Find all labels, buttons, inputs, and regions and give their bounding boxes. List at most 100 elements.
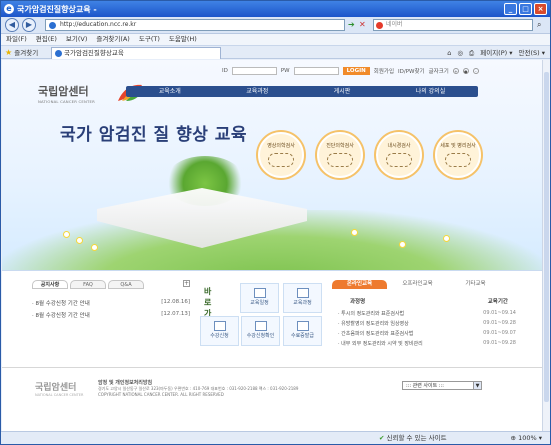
course-row[interactable]: · 투시의 정도관리와 표준검사법 09.01~09.14 <box>338 310 516 317</box>
page-icon <box>49 22 56 29</box>
go-icon[interactable]: ➔ <box>348 19 355 31</box>
category-pathology[interactable]: 세포 및 병리검사 <box>435 132 481 178</box>
print-icon[interactable]: ⎙ <box>469 47 474 59</box>
related-sites-select[interactable]: ::: 관련 사이트 ::: ▼ <box>402 381 482 390</box>
tab-qna[interactable]: Q&A <box>108 280 144 289</box>
search-input[interactable]: 네이버 <box>373 19 533 31</box>
flower-icon <box>352 230 357 235</box>
security-zone[interactable]: ✔ 신뢰할 수 있는 사이트 <box>379 432 447 444</box>
menu-file[interactable]: 파일(F) <box>6 34 27 45</box>
tab-offline[interactable]: 오프라인교육 <box>390 280 445 289</box>
organ-icon <box>327 153 353 167</box>
url-text: http://education.ncc.re.kr <box>60 21 137 28</box>
schedule-button[interactable]: 교육일정 <box>240 283 279 313</box>
tab-page-icon <box>55 50 62 57</box>
page-menu[interactable]: 페이지(P) ▾ <box>480 47 512 59</box>
stop-icon[interactable]: ✕ <box>359 19 366 31</box>
course-row[interactable]: · 내부 외부 정도관리와 시약 및 장비관리 09.01~09.28 <box>338 340 516 347</box>
main-nav: 교육소개 교육과정 게시판 나의 강의실 <box>126 86 478 97</box>
certificate-icon <box>297 321 309 331</box>
flower-icon <box>400 242 405 247</box>
calendar-icon <box>254 288 266 298</box>
organ-icon <box>445 153 471 167</box>
font-size-label: 글자크기 <box>428 69 449 75</box>
safety-menu[interactable]: 안전(S) ▾ <box>519 47 546 59</box>
footer-info: 암정 및 개인정보처리방침 경기도 고양시 일산동구 일산로 323(마두동) … <box>98 380 298 398</box>
site-footer: 국립암센터 NATIONAL CANCER CENTER 암정 및 개인정보처리방… <box>2 367 542 431</box>
ie-icon: e <box>4 4 14 14</box>
nav-board[interactable]: 게시판 <box>334 86 351 97</box>
url-input[interactable]: http://education.ncc.re.kr <box>45 19 345 31</box>
scroll-thumb[interactable] <box>544 72 549 402</box>
section-divider <box>2 270 542 271</box>
chevron-down-icon: ▼ <box>473 382 481 389</box>
menu-tools[interactable]: 도구(T) <box>139 34 160 45</box>
browser-tab[interactable]: 국가암검진질향상교육 <box>51 47 221 59</box>
apply-check-button[interactable]: 수강신청확인 <box>241 316 280 346</box>
certificate-button[interactable]: 수료증발급 <box>283 316 322 346</box>
window-title: 국가암검진질향상교육 - <box>17 5 97 14</box>
vertical-scrollbar[interactable] <box>542 60 550 431</box>
web-page: ID PW LOGIN 회원가입 ID/PW찾기 글자크기 + ● - 국립암센… <box>2 60 542 431</box>
pw-input[interactable] <box>293 67 339 75</box>
menu-favorites[interactable]: 즐겨찾기(A) <box>96 34 129 45</box>
find-id-link[interactable]: ID/PW찾기 <box>398 67 425 75</box>
zoom-icon: ⊕ <box>510 434 516 442</box>
tab-notice[interactable]: 공지사항 <box>32 280 68 289</box>
back-icon[interactable]: ◀ <box>5 18 19 32</box>
home-icon[interactable]: ⌂ <box>447 47 451 59</box>
apply-icon <box>214 321 226 331</box>
zoom-level[interactable]: ⊕ 100% ▾ <box>510 432 542 444</box>
nav-classroom[interactable]: 나의 강의실 <box>416 86 446 97</box>
favorites-button[interactable]: ★ 즐겨찾기 <box>5 47 38 59</box>
tab-other[interactable]: 기타교육 <box>448 280 503 289</box>
forward-icon[interactable]: ▶ <box>22 18 36 32</box>
more-plus-icon[interactable]: + <box>183 280 190 287</box>
login-bar: ID PW LOGIN 회원가입 ID/PW찾기 글자크기 + ● - <box>222 67 479 75</box>
course-icon <box>297 288 309 298</box>
id-input[interactable] <box>231 67 277 75</box>
font-reset-icon[interactable]: ● <box>462 68 469 74</box>
apply-button[interactable]: 수강신청 <box>200 316 239 346</box>
search-icon[interactable]: ⌕ <box>537 19 541 31</box>
category-lab[interactable]: 진단의학검사 <box>317 132 363 178</box>
check-icon <box>255 321 267 331</box>
minimize-button[interactable]: _ <box>504 3 517 15</box>
join-link[interactable]: 회원가입 <box>374 67 394 75</box>
flower-icon <box>64 232 69 237</box>
search-provider-icon <box>376 22 383 29</box>
flower-icon <box>77 238 82 243</box>
nav-intro[interactable]: 교육소개 <box>159 86 181 97</box>
close-button[interactable]: × <box>534 3 547 15</box>
favorites-bar: ★ 즐겨찾기 국가암검진질향상교육 ⌂ ◎ ⎙ 페이지(P) ▾ 안전(S) ▾ <box>1 45 550 59</box>
exam-categories: 영상의학검사 진단의학검사 내시경검사 세포 및 병리검사 <box>258 132 481 178</box>
online-course-box: 온라인교육 오프라인교육 기타교육 과정명 교육기간 · 투시의 정도관리와 표준… <box>332 280 522 350</box>
hero-headline: 국가 암검진 질 향상 교육 <box>60 125 248 145</box>
maximize-button[interactable]: □ <box>519 3 532 15</box>
menu-view[interactable]: 보기(V) <box>66 34 87 45</box>
font-plus-icon[interactable]: + <box>452 68 459 74</box>
category-endoscopy[interactable]: 내시경검사 <box>376 132 422 178</box>
flower-icon <box>92 245 97 250</box>
menu-edit[interactable]: 편집(E) <box>36 34 57 45</box>
course-row[interactable]: · 간초음파의 정도관리와 표준검사법 09.01~09.07 <box>338 330 516 337</box>
course-row[interactable]: · 유방촬영의 정도관리와 임상영상 09.01~09.28 <box>338 320 516 327</box>
tab-online[interactable]: 온라인교육 <box>332 280 387 289</box>
course-button[interactable]: 교육과정 <box>283 283 322 313</box>
flower-icon <box>444 236 449 241</box>
feed-icon[interactable]: ◎ <box>457 47 463 59</box>
browser-window: e 국가암검진질향상교육 - _ □ × ◀ ▶ http://educatio… <box>0 0 551 445</box>
hero-section: ID PW LOGIN 회원가입 ID/PW찾기 글자크기 + ● - 국립암센… <box>2 60 542 270</box>
font-minus-icon[interactable]: - <box>472 68 479 74</box>
notice-item[interactable]: · 8월 수강신청 기간 안내 [12.08.16] <box>32 299 190 307</box>
menu-help[interactable]: 도움말(H) <box>169 34 197 45</box>
search-placeholder: 네이버 <box>386 21 403 28</box>
nav-course[interactable]: 교육과정 <box>246 86 268 97</box>
check-icon: ✔ <box>379 434 385 442</box>
tab-faq[interactable]: FAQ <box>70 280 106 289</box>
organ-icon <box>268 153 294 167</box>
login-button[interactable]: LOGIN <box>342 67 370 75</box>
notice-item[interactable]: · 8월 수강신청 기간 안내 [12.07.13] <box>32 311 190 319</box>
category-imaging[interactable]: 영상의학검사 <box>258 132 304 178</box>
site-logo[interactable]: 국립암센터 NATIONAL CANCER CENTER <box>38 83 142 104</box>
